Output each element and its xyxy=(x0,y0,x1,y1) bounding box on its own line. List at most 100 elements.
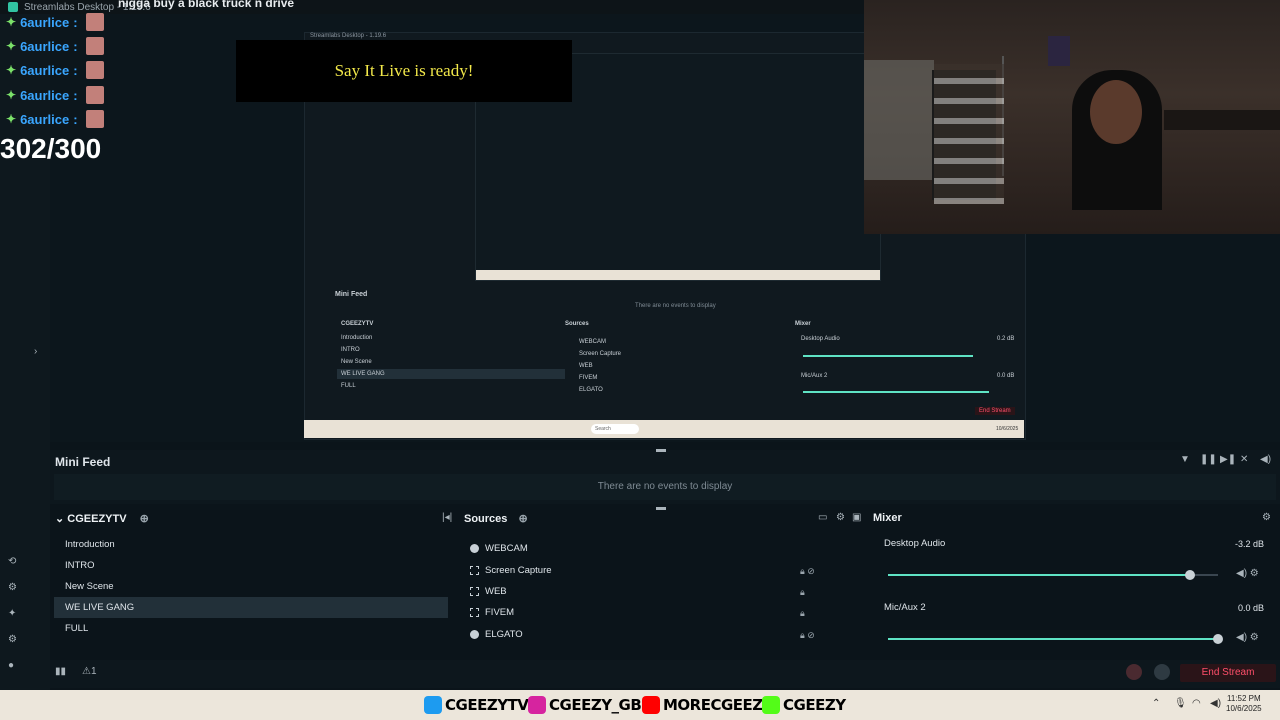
chat-username: 6aurlice xyxy=(20,38,70,54)
nested-mixer-label: Mixer xyxy=(795,321,811,327)
scene-item[interactable]: FULL xyxy=(54,618,448,639)
nested-scene-collection: CGEEZYTV xyxy=(341,321,374,327)
chevron-right-icon[interactable]: › xyxy=(34,346,37,357)
replay-buffer-button[interactable] xyxy=(1154,664,1170,680)
say-it-live-banner: Say It Live is ready! xyxy=(236,40,572,102)
wifi-icon[interactable]: ◠ xyxy=(1192,698,1201,709)
stats-icon[interactable]: ▮▮ xyxy=(55,666,66,677)
end-stream-button[interactable]: End Stream xyxy=(1180,664,1276,682)
filter-icon[interactable]: ▼ xyxy=(1180,454,1190,465)
chat-username: 6aurlice xyxy=(20,87,70,103)
skip-icon[interactable]: ▶❚ xyxy=(1220,454,1236,465)
source-properties-icon[interactable]: ⚙ xyxy=(836,512,845,523)
footer-bar: ▮▮ ⚠1 xyxy=(50,660,1280,688)
kick-text: CGEEZY xyxy=(783,696,846,714)
studio-mode-icon[interactable]: ⟲ xyxy=(8,556,16,567)
volume-slider[interactable] xyxy=(888,570,1218,580)
sparkle-icon: ✦ xyxy=(6,88,17,102)
emote-icon xyxy=(85,86,104,104)
mixer-settings-icon[interactable]: ⚙ xyxy=(1262,512,1271,523)
webcam-poster xyxy=(1048,36,1070,66)
scenes-list: Introduction INTRO New Scene WE LIVE GAN… xyxy=(54,534,452,646)
lock-icon[interactable]: 🔒︎ ⊘ xyxy=(800,566,815,577)
chat-message: ✦ 6aurlice: xyxy=(6,61,104,79)
chat-message: ✦ 6aurlice: xyxy=(6,13,104,31)
emote-icon xyxy=(85,110,104,128)
nested-app-title: Streamlabs Desktop - 1.19.6 xyxy=(310,33,387,39)
nested-source: Screen Capture xyxy=(579,351,622,357)
transition-icon[interactable]: |◂| xyxy=(442,512,452,523)
scene-item[interactable]: Introduction xyxy=(54,534,448,555)
streamlabs-logo-icon xyxy=(8,2,18,12)
add-scene-icon[interactable]: ⊕ xyxy=(140,513,149,525)
webcam-icon xyxy=(470,544,479,553)
sources-list: WEBCAM Screen Capture WEB FIVEM ELGATO 🔒… xyxy=(464,540,862,646)
sources-header: Sources ⊕ xyxy=(464,512,528,525)
nested-source: ELGATO xyxy=(579,387,603,393)
speaker-icon[interactable]: ◀) xyxy=(1210,698,1221,709)
scene-item-selected[interactable]: WE LIVE GANG xyxy=(54,597,448,618)
mute-icon[interactable]: ◀) ⚙ xyxy=(1236,632,1259,643)
resize-handle[interactable]: ▬ xyxy=(656,444,666,455)
sparkle-icon: ✦ xyxy=(6,15,17,29)
nested-mixer-db: 0.2 dB xyxy=(997,336,1015,342)
kick-icon xyxy=(762,696,780,714)
goal-counter: 302/300 xyxy=(0,133,102,164)
clock-date: 10/6/2025 xyxy=(1226,704,1262,713)
webcam-shoe-shelf xyxy=(934,64,1004,204)
source-item[interactable]: Screen Capture xyxy=(470,565,552,576)
youtube-icon xyxy=(642,696,660,714)
source-item[interactable]: FIVEM xyxy=(470,607,514,618)
volume-knob[interactable] xyxy=(1185,570,1195,580)
nested-scene: FULL xyxy=(341,383,356,389)
resize-handle[interactable]: ▬ xyxy=(656,502,666,513)
source-item[interactable]: WEBCAM xyxy=(470,543,528,554)
nested-source: FIVEM xyxy=(579,375,598,381)
record-button[interactable] xyxy=(1126,664,1142,680)
source-label: FIVEM xyxy=(485,607,515,618)
add-source-icon[interactable]: ⊕ xyxy=(518,513,527,525)
volume-icon[interactable]: ◀) xyxy=(1260,454,1271,465)
chat-username: 6aurlice xyxy=(20,111,70,127)
pause-icon[interactable]: ❚❚ xyxy=(1200,454,1217,465)
chat-username: 6aurlice xyxy=(20,14,70,30)
layout-editor-icon[interactable]: ⚙ xyxy=(8,582,17,593)
scene-item[interactable]: New Scene xyxy=(54,576,448,597)
lock-icon[interactable]: 🔒︎ xyxy=(800,587,805,598)
mixer-title: Mixer xyxy=(873,512,902,524)
mute-alerts-icon[interactable]: ✕ xyxy=(1240,454,1248,465)
themes-icon[interactable]: ✦ xyxy=(8,608,16,619)
alert-count: 1 xyxy=(90,666,97,677)
chat-separator: : xyxy=(73,62,78,78)
mixer-panel: Desktop Audio -3.2 dB ◀) ⚙ Mic/Aux 2 0.0… xyxy=(876,534,1272,646)
add-folder-icon[interactable]: ▣ xyxy=(852,512,861,523)
lock-icon[interactable]: 🔒︎ ⊘ xyxy=(800,630,815,641)
youtube-handle: MORECGEEZY xyxy=(642,696,774,714)
folder-icon[interactable]: ▭ xyxy=(818,512,827,523)
system-clock[interactable]: 11:52 PM 10/6/2025 xyxy=(1226,694,1262,714)
profile-icon[interactable]: ● xyxy=(8,660,14,671)
microphone-icon[interactable]: 🎙︎ xyxy=(1174,698,1187,709)
source-item[interactable]: ELGATO xyxy=(470,629,523,640)
nested-taskbar xyxy=(304,420,1024,438)
nested-end-stream: End Stream xyxy=(975,407,1015,415)
volume-knob[interactable] xyxy=(1213,634,1223,644)
scene-item[interactable]: INTRO xyxy=(54,555,448,576)
sparkle-icon: ✦ xyxy=(6,63,17,77)
lock-icon[interactable]: 🔒︎ xyxy=(800,608,805,619)
screen-capture-icon xyxy=(470,566,479,575)
nested-mixer-slider xyxy=(803,391,989,393)
game-capture-icon xyxy=(470,608,479,617)
mute-icon[interactable]: ◀) ⚙ xyxy=(1236,568,1259,579)
alert-icon[interactable]: ⚠1 xyxy=(82,666,97,677)
chat-message: ✦ 6aurlice: xyxy=(6,86,104,104)
scene-collection-name[interactable]: CGEEZYTV xyxy=(67,513,126,525)
source-item[interactable]: WEB xyxy=(470,586,507,597)
settings-icon[interactable]: ⚙ xyxy=(8,634,17,645)
tray-chevron-icon[interactable]: ⌃ xyxy=(1152,698,1160,709)
nested-mixer-db: 0.0 dB xyxy=(997,373,1015,379)
collapse-icon[interactable]: ⌄ xyxy=(55,513,67,525)
volume-slider[interactable] xyxy=(888,634,1223,644)
chat-separator: : xyxy=(73,87,78,103)
sparkle-icon: ✦ xyxy=(6,39,17,53)
